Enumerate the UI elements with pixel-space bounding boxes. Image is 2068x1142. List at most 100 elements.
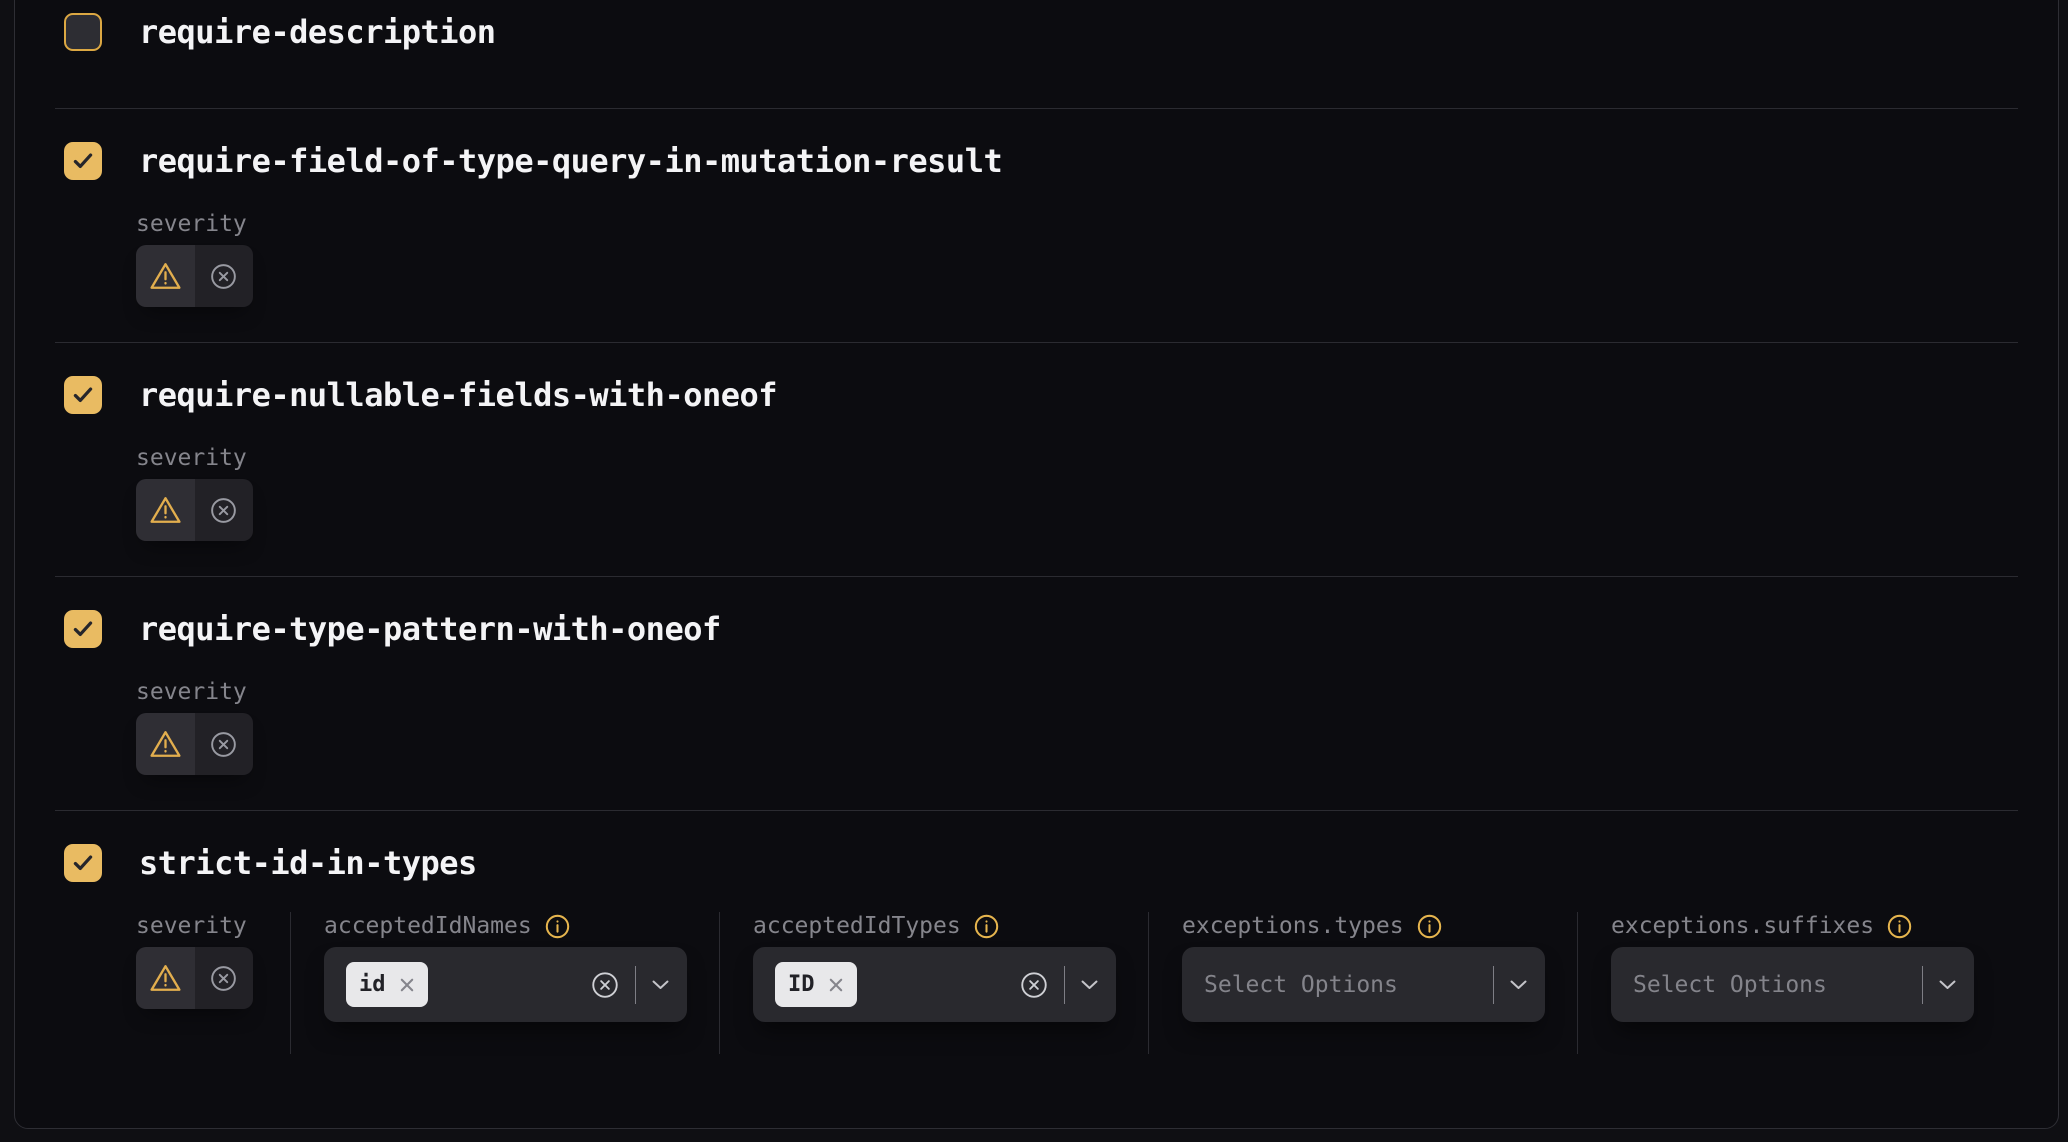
option-label-row: acceptedIdTypes [753, 913, 1116, 939]
info-icon[interactable] [973, 913, 1000, 940]
check-icon [70, 382, 96, 408]
multiselect-input[interactable]: Select Options [1182, 947, 1545, 1022]
circled-x-icon [209, 730, 238, 759]
info-circle-icon [1416, 913, 1443, 940]
warning-triangle-icon [149, 963, 182, 993]
config-divider [719, 912, 720, 1054]
config-divider [1577, 912, 1578, 1054]
page: require-description require-field-of-type… [0, 0, 2068, 1142]
x-icon [399, 977, 415, 993]
select-divider [635, 966, 636, 1004]
dropdown-chevron [1080, 979, 1099, 991]
chevron-down-icon [651, 979, 670, 991]
rule-row: require-type-pattern-with-oneof severity [55, 576, 2018, 810]
rule-checkbox[interactable] [64, 844, 102, 882]
circled-x-icon [209, 262, 238, 291]
chip-remove-button[interactable] [399, 977, 415, 993]
option-group: exceptions.types Select Options [1182, 913, 1545, 1022]
selected-option-chip: id [346, 962, 428, 1007]
chevron-down-icon [1080, 979, 1099, 991]
info-circle-icon [1886, 913, 1913, 940]
option-group: acceptedIdTypes ID [753, 913, 1116, 1022]
clear-selection-button[interactable] [1019, 970, 1049, 1000]
info-icon[interactable] [1416, 913, 1443, 940]
rule-row: require-field-of-type-query-in-mutation-… [55, 108, 2018, 342]
rule-row: require-description [55, 0, 2018, 108]
dropdown-chevron [1938, 979, 1957, 991]
option-label: acceptedIdNames [324, 913, 532, 939]
option-label: exceptions.suffixes [1611, 913, 1874, 939]
rule-head: strict-id-in-types [55, 844, 2018, 882]
multiselect-placeholder: Select Options [1204, 972, 1398, 998]
rule-checkbox[interactable] [64, 610, 102, 648]
rule-head: require-description [55, 13, 2018, 51]
multiselect-input[interactable]: Select Options [1611, 947, 1974, 1022]
dropdown-chevron [1509, 979, 1528, 991]
rule-config: severity [136, 211, 2018, 307]
severity-error-button[interactable] [195, 479, 254, 541]
warning-triangle-icon [149, 729, 182, 759]
rule-name: require-type-pattern-with-oneof [139, 610, 721, 648]
warning-triangle-icon [149, 261, 182, 291]
chip-label: ID [788, 972, 815, 997]
check-icon [70, 616, 96, 642]
severity-label: severity [136, 913, 247, 939]
severity-group: severity [136, 679, 253, 775]
info-circle-icon [544, 913, 571, 940]
severity-group: severity [136, 211, 253, 307]
rule-checkbox[interactable] [64, 376, 102, 414]
severity-group: severity [136, 445, 253, 541]
selected-option-chip: ID [775, 962, 857, 1007]
severity-warn-button[interactable] [136, 947, 195, 1009]
rule-checkbox[interactable] [64, 13, 102, 51]
info-icon[interactable] [544, 913, 571, 940]
rule-name: strict-id-in-types [139, 844, 477, 882]
option-group: acceptedIdNames id [324, 913, 687, 1022]
severity-label-row: severity [136, 679, 253, 705]
multiselect-input[interactable]: ID [753, 947, 1116, 1022]
severity-label-row: severity [136, 913, 253, 939]
chip-remove-button[interactable] [828, 977, 844, 993]
severity-toggle [136, 245, 253, 307]
select-divider [1493, 966, 1494, 1004]
circled-x-icon [209, 496, 238, 525]
clear-selection-icon [590, 970, 620, 1000]
rule-checkbox[interactable] [64, 142, 102, 180]
rule-head: require-nullable-fields-with-oneof [55, 376, 2018, 414]
rules-list: require-description require-field-of-type… [55, 0, 2018, 1126]
rule-row: require-nullable-fields-with-oneof severi… [55, 342, 2018, 576]
warning-triangle-icon [149, 495, 182, 525]
multiselect-input[interactable]: id [324, 947, 687, 1022]
check-icon [70, 148, 96, 174]
circled-x-icon [209, 964, 238, 993]
chip-label: id [359, 972, 386, 997]
rule-head: require-type-pattern-with-oneof [55, 610, 2018, 648]
severity-label: severity [136, 211, 247, 237]
severity-error-button[interactable] [195, 245, 254, 307]
severity-warn-button[interactable] [136, 713, 195, 775]
multiselect-placeholder: Select Options [1633, 972, 1827, 998]
severity-toggle [136, 713, 253, 775]
severity-warn-button[interactable] [136, 245, 195, 307]
rule-config: severity [136, 445, 2018, 541]
clear-selection-icon [1019, 970, 1049, 1000]
info-circle-icon [973, 913, 1000, 940]
severity-label: severity [136, 445, 247, 471]
info-icon[interactable] [1886, 913, 1913, 940]
dropdown-chevron [651, 979, 670, 991]
rule-name: require-field-of-type-query-in-mutation-… [139, 142, 1002, 180]
rule-config: severity [136, 679, 2018, 775]
option-label: exceptions.types [1182, 913, 1404, 939]
clear-selection-button[interactable] [590, 970, 620, 1000]
rule-row: strict-id-in-types severity acceptedIdName… [55, 810, 2018, 1126]
severity-error-button[interactable] [195, 713, 254, 775]
config-divider [1148, 912, 1149, 1054]
rule-head: require-field-of-type-query-in-mutation-… [55, 142, 2018, 180]
select-divider [1064, 966, 1065, 1004]
severity-warn-button[interactable] [136, 479, 195, 541]
x-icon [828, 977, 844, 993]
severity-error-button[interactable] [195, 947, 254, 1009]
option-group: exceptions.suffixes Select Options [1611, 913, 1974, 1022]
severity-label: severity [136, 679, 247, 705]
option-label-row: exceptions.types [1182, 913, 1545, 939]
